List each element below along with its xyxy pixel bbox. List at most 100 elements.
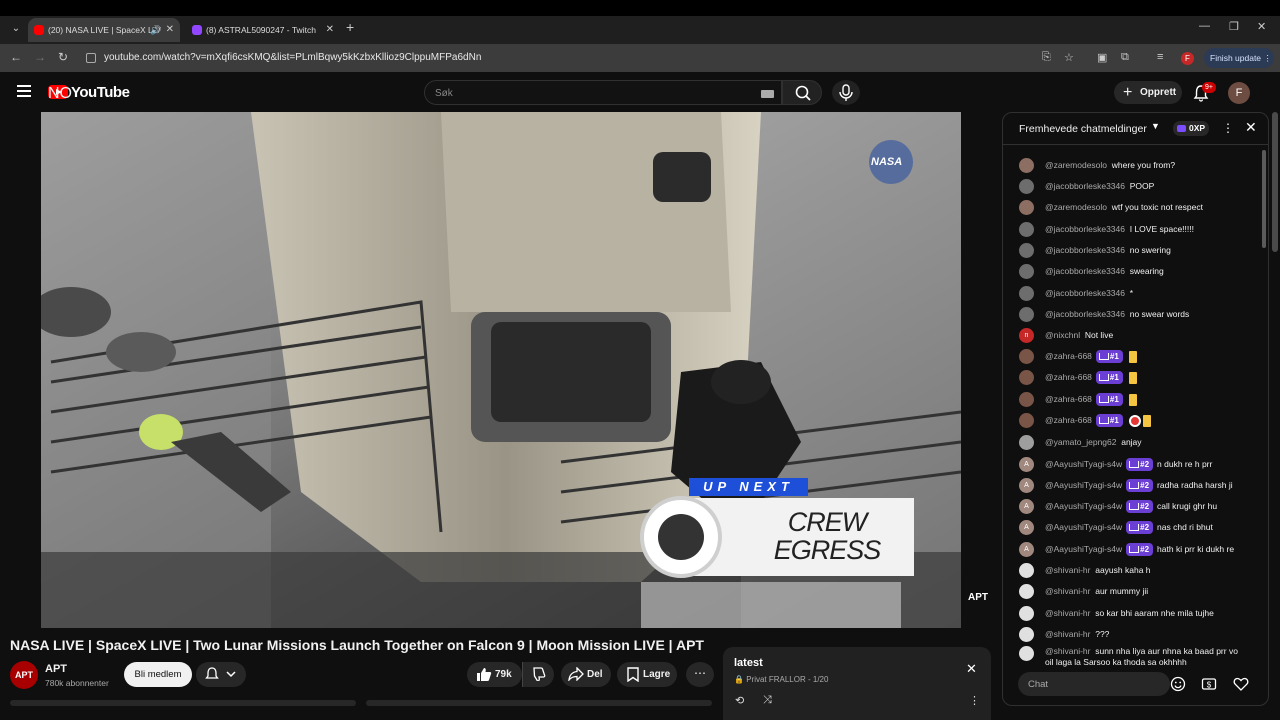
chat-avatar[interactable] <box>1019 307 1034 322</box>
chat-author[interactable]: @jacobborleske3346 <box>1045 288 1125 298</box>
more-actions-icon[interactable]: ⋯ <box>686 662 714 687</box>
chat-avatar[interactable] <box>1019 584 1034 599</box>
chat-author[interactable]: @AayushiTyagi-s4w <box>1045 544 1122 554</box>
close-tab-icon[interactable]: ✕ <box>326 18 334 42</box>
chat-author[interactable]: @yamato_jepng62 <box>1045 437 1116 447</box>
search-button[interactable] <box>782 80 822 105</box>
chat-avatar[interactable] <box>1019 413 1034 428</box>
chat-mode-label[interactable]: Fremhevede chatmeldinger <box>1019 123 1147 135</box>
share-button[interactable]: Del <box>561 662 611 687</box>
chat-author[interactable]: @jacobborleske3346 <box>1045 181 1125 191</box>
chat-author[interactable]: @shivani-hr <box>1045 646 1090 656</box>
keyboard-icon[interactable] <box>761 90 774 98</box>
chat-author[interactable]: @jacobborleske3346 <box>1045 309 1125 319</box>
chat-avatar[interactable] <box>1019 222 1034 237</box>
chat-avatar[interactable]: A <box>1019 478 1034 493</box>
chat-avatar[interactable]: A <box>1019 542 1034 557</box>
voice-search-button[interactable] <box>832 80 860 105</box>
chat-avatar[interactable] <box>1019 392 1034 407</box>
extension-icon[interactable]: ▣ <box>1097 51 1107 64</box>
puzzle-icon[interactable]: ⧉ <box>1121 51 1129 64</box>
chat-avatar[interactable]: A <box>1019 457 1034 472</box>
menu-hamburger-icon[interactable] <box>17 85 31 97</box>
chat-avatar[interactable] <box>1019 349 1034 364</box>
chat-author[interactable]: @shivani-hr <box>1045 608 1090 618</box>
chat-avatar[interactable] <box>1019 627 1034 642</box>
tab-search-chevron-icon[interactable]: ⌄ <box>6 19 26 39</box>
chat-avatar[interactable] <box>1019 179 1034 194</box>
chat-author[interactable]: @zahra-668 <box>1045 415 1092 425</box>
loop-icon[interactable]: ⟲ <box>735 694 744 707</box>
dislike-button[interactable] <box>522 662 554 687</box>
create-button[interactable]: + Opprett <box>1114 81 1182 104</box>
site-info-icon[interactable] <box>86 53 96 63</box>
chat-avatar[interactable] <box>1019 243 1034 258</box>
reload-icon[interactable]: ↻ <box>58 50 68 64</box>
chat-avatar[interactable] <box>1019 286 1034 301</box>
close-tab-icon[interactable]: ✕ <box>166 18 174 42</box>
chat-input[interactable] <box>1028 677 1158 691</box>
chat-avatar[interactable] <box>1019 606 1034 621</box>
account-avatar[interactable]: F <box>1228 82 1250 104</box>
chat-author[interactable]: @shivani-hr <box>1045 565 1090 575</box>
chat-scrollbar[interactable] <box>1262 150 1266 248</box>
restore-icon[interactable]: ❐ <box>1229 20 1239 33</box>
chat-author[interactable]: @AayushiTyagi-s4w <box>1045 501 1122 511</box>
back-icon[interactable]: ← <box>10 50 22 64</box>
tab-twitch[interactable]: (8) ASTRAL5090247 - Twitch ✕ <box>186 18 340 42</box>
chat-avatar[interactable]: A <box>1019 499 1034 514</box>
page-scrollbar[interactable] <box>1272 112 1278 252</box>
chat-avatar[interactable] <box>1019 646 1034 661</box>
chat-author[interactable]: @zahra-668 <box>1045 372 1092 382</box>
speaker-icon[interactable]: 🔊 <box>150 18 161 42</box>
chat-author[interactable]: @zahra-668 <box>1045 394 1092 404</box>
chat-author[interactable]: @jacobborleske3346 <box>1045 245 1125 255</box>
new-tab-icon[interactable]: + <box>346 19 354 35</box>
chat-avatar[interactable] <box>1019 435 1034 450</box>
chat-avatar[interactable] <box>1019 370 1034 385</box>
search-input[interactable] <box>435 85 755 101</box>
channel-name[interactable]: APT <box>45 663 67 675</box>
chat-author[interactable]: @shivani-hr <box>1045 629 1090 639</box>
chat-author[interactable]: @jacobborleske3346 <box>1045 266 1125 276</box>
chevron-down-icon[interactable]: ▼ <box>1151 121 1160 131</box>
super-chat-icon[interactable]: $ <box>1201 676 1217 692</box>
chat-avatar[interactable] <box>1019 200 1034 215</box>
chat-avatar[interactable] <box>1019 158 1034 173</box>
heart-icon[interactable] <box>1233 676 1249 692</box>
playlist-menu-icon[interactable]: ⋮ <box>969 694 980 707</box>
forward-icon[interactable]: → <box>34 50 46 64</box>
chat-author[interactable]: @zahra-668 <box>1045 351 1092 361</box>
like-button[interactable]: 79k <box>467 662 522 687</box>
minimize-icon[interactable]: — <box>1199 20 1210 32</box>
url-field[interactable]: youtube.com/watch?v=mXqfi6csKMQ&list=PLm… <box>80 48 1180 68</box>
tab-youtube[interactable]: (20) NASA LIVE | SpaceX LIV 🔊 ✕ <box>28 18 180 42</box>
finish-update-button[interactable]: Finish update ⋮ <box>1204 48 1274 68</box>
chat-avatar[interactable] <box>1019 563 1034 578</box>
subscription-bell-button[interactable] <box>196 662 246 687</box>
chat-author[interactable]: @AayushiTyagi-s4w <box>1045 459 1122 469</box>
chat-author[interactable]: @zaremodesolo <box>1045 202 1107 212</box>
chat-avatar[interactable] <box>1019 264 1034 279</box>
chat-avatar[interactable]: n <box>1019 328 1034 343</box>
chat-menu-icon[interactable]: ⋮ <box>1222 121 1234 135</box>
close-window-icon[interactable]: ✕ <box>1257 20 1266 33</box>
close-playlist-icon[interactable]: ✕ <box>966 661 977 677</box>
browser-profile-avatar[interactable]: F <box>1181 52 1194 65</box>
channel-avatar[interactable]: APT <box>10 661 38 689</box>
bookmark-star-icon[interactable]: ☆ <box>1064 51 1074 64</box>
chat-author[interactable]: @AayushiTyagi-s4w <box>1045 480 1122 490</box>
save-button[interactable]: Lagre <box>617 662 677 687</box>
media-control-icon[interactable]: ≡ <box>1157 51 1163 63</box>
xp-badge[interactable]: 0XP <box>1173 121 1210 136</box>
shuffle-icon[interactable]: ⤨ <box>763 694 772 707</box>
join-button[interactable]: Bli medlem <box>124 662 192 687</box>
chat-author[interactable]: @shivani-hr <box>1045 586 1090 596</box>
chat-author[interactable]: @jacobborleske3346 <box>1045 224 1125 234</box>
emoji-icon[interactable] <box>1170 676 1186 692</box>
chat-avatar[interactable]: A <box>1019 520 1034 535</box>
playlist-title[interactable]: latest <box>734 657 763 669</box>
chat-author[interactable]: @AayushiTyagi-s4w <box>1045 522 1122 532</box>
close-chat-icon[interactable]: ✕ <box>1245 119 1257 136</box>
chat-author[interactable]: @zaremodesolo <box>1045 160 1107 170</box>
